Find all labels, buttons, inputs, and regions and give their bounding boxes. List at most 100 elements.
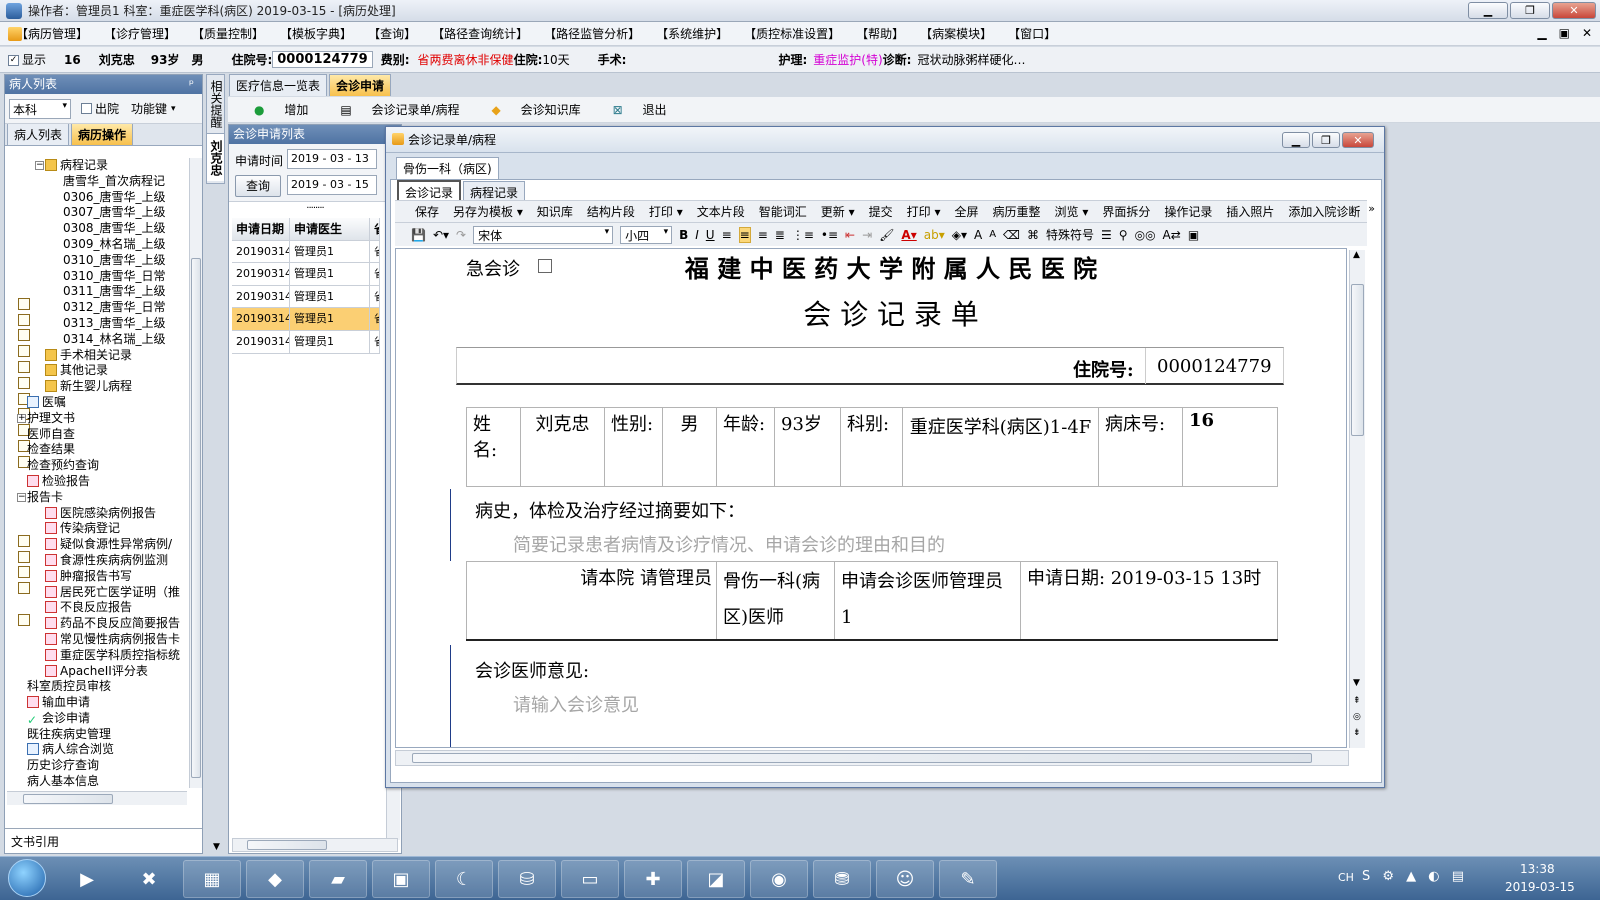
date-from-input[interactable]: 2019 - 03 - 13	[287, 149, 377, 169]
patient-name-tab[interactable]: 刘克忠	[207, 133, 224, 181]
underline-icon[interactable]: U	[706, 228, 715, 242]
doc-sex-value[interactable]: 男	[662, 407, 717, 487]
taskbar-dolphin-icon[interactable]: ☾	[435, 860, 493, 898]
taskbar-doctor-icon[interactable]: ☺	[876, 860, 934, 898]
request-cell-date[interactable]: 申请日期: 2019-03-15 13时	[1020, 561, 1278, 641]
editor-tool-button[interactable]: 更新 ▾	[821, 203, 855, 220]
dept-select[interactable]: 本科 ▾	[9, 98, 71, 119]
redo-icon[interactable]: ↷	[456, 228, 466, 242]
menu-template-dictionary[interactable]: 【模板字典】	[280, 25, 352, 42]
tree-scroll-thumb[interactable]	[191, 258, 201, 778]
scroll-down-arrow[interactable]: ▼	[213, 842, 220, 852]
taskbar-folder-icon[interactable]: ▭	[561, 860, 619, 898]
tree-item[interactable]: 医师自查	[5, 427, 189, 563]
request-cell-dept[interactable]: 骨伤一科(病区)医师	[716, 561, 835, 641]
format-painter-icon[interactable]: 🖌	[879, 228, 894, 242]
show-checkbox[interactable]: ✓	[8, 55, 19, 66]
tree-item[interactable]: 居民死亡医学证明（推	[5, 585, 189, 601]
editor-tool-button[interactable]: 结构片段	[587, 203, 635, 220]
replace-icon[interactable]: A⇄	[1163, 228, 1181, 242]
mid-horizontal-scrollbar[interactable]	[232, 838, 398, 852]
tree-item[interactable]: 其他记录	[5, 363, 189, 379]
save-disk-icon[interactable]: 💾	[411, 228, 426, 242]
scroll-up-arrow[interactable]: ▲	[1353, 250, 1360, 260]
tree-expander-icon[interactable]: −	[17, 492, 26, 502]
tree-item[interactable]: 检验报告	[5, 474, 189, 490]
next-page-icon[interactable]: ⇟	[1353, 728, 1361, 738]
table-row[interactable]: 20190314管理员1省	[232, 240, 380, 264]
tree-hscroll-thumb[interactable]	[23, 794, 113, 804]
scroll-down-arrow[interactable]: ▼	[1353, 678, 1360, 688]
editor-tool-button[interactable]: 插入照片	[1226, 203, 1274, 220]
tab-dept[interactable]: 骨伤一科（病区)	[396, 157, 499, 179]
tree-item[interactable]: ApacheII评分表	[5, 664, 189, 680]
editor-tool-button[interactable]: 浏览 ▾	[1055, 203, 1089, 220]
doc-hscroll-thumb[interactable]	[412, 753, 1312, 763]
editor-tool-button[interactable]: 保存	[415, 203, 439, 220]
tree-expander-icon[interactable]: +	[17, 413, 26, 423]
tree-item[interactable]: 疑似食源性异常病例/	[5, 537, 189, 553]
dialog-restore-button[interactable]: ❐	[1312, 132, 1340, 148]
insert-icon[interactable]: ☰	[1101, 228, 1112, 242]
taskbar-sql-icon[interactable]: ⛃	[813, 860, 871, 898]
date-to-input[interactable]: 2019 - 03 - 15	[287, 175, 377, 195]
taskbar-media-player-icon[interactable]: ▶	[58, 860, 116, 898]
pin-icon[interactable]: ᵖ	[189, 75, 194, 94]
clock-time[interactable]: 13:38	[1520, 862, 1555, 876]
record-sheet-button[interactable]: ▤ 会诊记录单/病程	[324, 101, 459, 118]
highlight-icon[interactable]: ab▾	[924, 228, 945, 242]
taskbar-app-green-icon[interactable]: ◆	[246, 860, 304, 898]
tree-item[interactable]: 0313_唐雪华_上级	[5, 316, 189, 452]
exit-button[interactable]: ⊠ 退出	[597, 101, 667, 118]
related-reminder-tab[interactable]: 相关提醒	[207, 75, 224, 133]
editor-tool-button[interactable]: 添加入院诊断	[1288, 203, 1360, 220]
mid-hscroll-thumb[interactable]	[247, 840, 327, 850]
font-color-icon[interactable]: A▾	[901, 228, 916, 242]
minimize-button[interactable]: ▁	[1468, 2, 1508, 19]
font-shrink-icon[interactable]: A	[989, 229, 996, 240]
align-right-icon[interactable]: ≡	[758, 228, 768, 242]
tree-item[interactable]: 检查结果	[5, 442, 189, 579]
tree-item[interactable]: 病人综合浏览	[5, 742, 189, 758]
font-grow-icon[interactable]: A	[974, 228, 982, 242]
binoculars-icon[interactable]: ◎◎	[1135, 228, 1156, 242]
doc-bed-value[interactable]: 16	[1182, 407, 1278, 487]
editor-tool-button[interactable]: 知识库	[537, 203, 573, 220]
tree-item[interactable]: 手术相关记录	[5, 348, 189, 364]
mid-vertical-scrollbar[interactable]	[386, 780, 400, 840]
taskbar-chrome-icon[interactable]: ◉	[750, 860, 808, 898]
tree-item[interactable]: 重症医学科质控指标统	[5, 648, 189, 664]
justify-icon[interactable]: ≣	[775, 228, 785, 242]
tree-item[interactable]: 药品不良反应简要报告	[5, 616, 189, 632]
tree-item[interactable]: 不良反应报告	[5, 600, 189, 616]
outdent-icon[interactable]: ⇤	[845, 228, 855, 242]
splitter-dots[interactable]: ········	[295, 203, 335, 214]
start-button[interactable]	[8, 859, 46, 897]
dialog-minimize-button[interactable]: ▁	[1282, 132, 1310, 148]
tree-item[interactable]: 0310_唐雪华_上级	[5, 253, 189, 389]
tree-item[interactable]: 唐雪华_首次病程记	[5, 174, 189, 310]
restore-button[interactable]: ❐	[1510, 2, 1550, 19]
table-row[interactable]: 20190314管理员1省	[232, 285, 380, 309]
tree-item[interactable]: 0306_唐雪华_上级	[5, 190, 189, 326]
taskbar-database-icon[interactable]: ⛁	[498, 860, 556, 898]
tree-item[interactable]: 食源性疾病病例监测	[5, 553, 189, 569]
tree-item[interactable]: 常见慢性病病例报告卡	[5, 632, 189, 648]
font-size-select[interactable]: 小四 ▾	[620, 225, 673, 244]
tab-consult-request[interactable]: 会诊申请	[329, 74, 392, 96]
query-button[interactable]: 查询	[235, 175, 281, 197]
column-header[interactable]: 申请日期	[232, 218, 290, 240]
special-symbols-button[interactable]: 特殊符号	[1046, 226, 1094, 243]
editor-tool-button[interactable]: 病历重整	[992, 203, 1040, 220]
editor-tool-button[interactable]: 打印 ▾	[649, 203, 683, 220]
page-setup-icon[interactable]: ▣	[1188, 228, 1199, 242]
tree-item[interactable]: 检查预约查询	[5, 458, 189, 595]
opinion-placeholder[interactable]: 请输入会诊意见	[513, 691, 639, 717]
doc-age-value[interactable]: 93岁	[774, 407, 841, 487]
table-row[interactable]: 20190314管理员1省	[232, 330, 380, 354]
editor-tool-button[interactable]: 智能词汇	[759, 203, 807, 220]
menu-system-maintenance[interactable]: 【系统维护】	[656, 25, 728, 42]
column-header[interactable]: 省	[370, 218, 380, 240]
prev-page-icon[interactable]: ⇞	[1353, 696, 1361, 706]
history-placeholder[interactable]: 简要记录患者病情及诊疗情况、申请会诊的理由和目的	[513, 531, 945, 557]
